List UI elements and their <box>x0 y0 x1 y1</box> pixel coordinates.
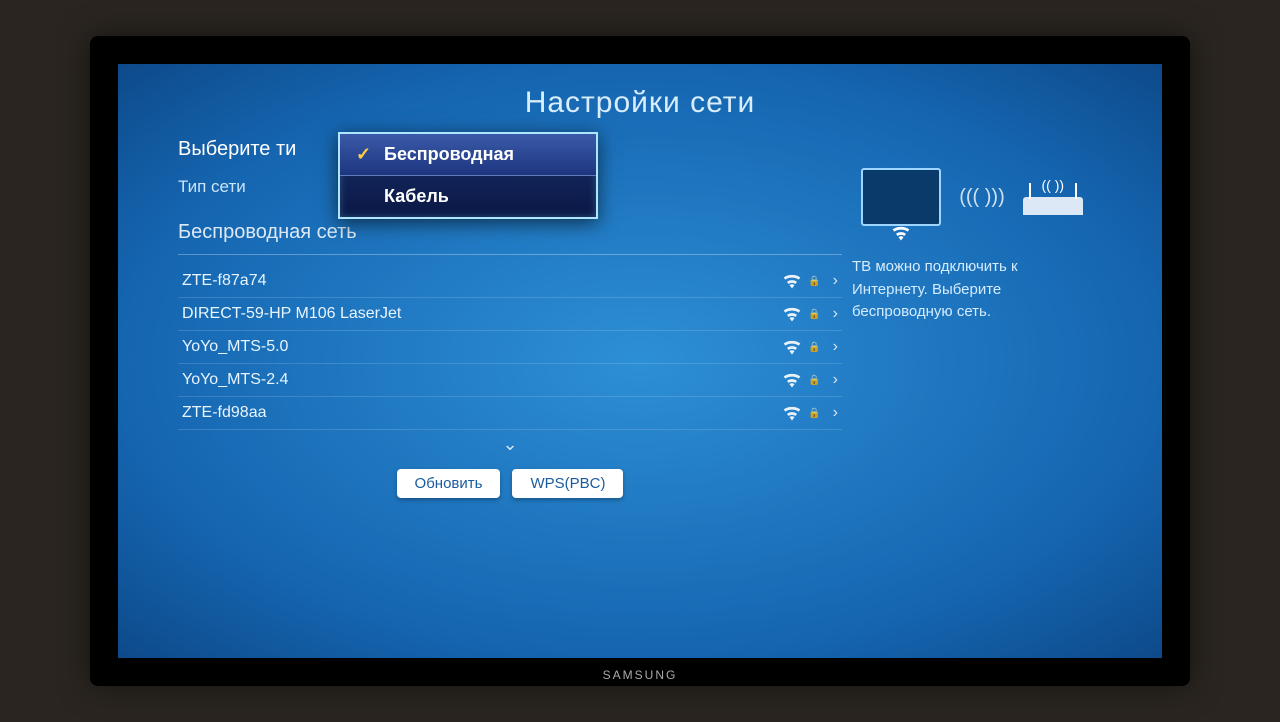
network-item[interactable]: ZTE-fd98aa 🔒 › <box>178 397 842 430</box>
network-name: DIRECT-59-HP M106 LaserJet <box>182 305 782 323</box>
right-column: ((( ))) (( )) ТВ можно подключить к Инте… <box>842 138 1102 498</box>
dropdown-option-wireless[interactable]: ✓ Беспроводная <box>340 134 596 176</box>
tv-frame: Настройки сети Выберите ти Тип сети ✓ Бе… <box>90 36 1190 686</box>
wifi-icon <box>782 339 802 355</box>
option-label: Кабель <box>384 186 449 207</box>
wifi-icon <box>782 306 802 322</box>
network-type-dropdown[interactable]: ✓ Беспроводная Кабель <box>338 132 598 219</box>
connection-diagram: ((( ))) (( )) <box>842 168 1102 226</box>
network-name: ZTE-fd98aa <box>182 404 782 422</box>
lock-icon: 🔒 <box>808 408 820 419</box>
wifi-icon <box>782 405 802 421</box>
bottom-buttons: Обновить WPS(PBC) <box>178 469 842 498</box>
lock-icon: 🔒 <box>808 276 820 287</box>
network-name: ZTE-f87a74 <box>182 272 782 290</box>
chevron-right-icon: › <box>833 272 838 290</box>
wifi-icon <box>782 273 802 289</box>
scroll-down-indicator[interactable]: ⌄ <box>178 430 842 459</box>
check-icon: ✓ <box>356 144 374 165</box>
wifi-icon <box>782 372 802 388</box>
network-name: YoYo_MTS-2.4 <box>182 371 782 389</box>
refresh-button[interactable]: Обновить <box>397 469 501 498</box>
tv-brand-label: SAMSUNG <box>603 668 678 682</box>
chevron-right-icon: › <box>833 338 838 356</box>
network-item[interactable]: ZTE-f87a74 🔒 › <box>178 265 842 298</box>
divider <box>178 254 842 255</box>
dropdown-option-cable[interactable]: Кабель <box>340 176 596 217</box>
network-item[interactable]: YoYo_MTS-5.0 🔒 › <box>178 331 842 364</box>
lock-icon: 🔒 <box>808 309 820 320</box>
chevron-right-icon: › <box>833 404 838 422</box>
left-column: Выберите ти Тип сети ✓ Беспроводная Кабе… <box>178 138 842 498</box>
help-text: ТВ можно подключить к Интернету. Выберит… <box>842 256 1102 324</box>
lock-icon: 🔒 <box>808 342 820 353</box>
wps-button[interactable]: WPS(PBC) <box>512 469 623 498</box>
chevron-right-icon: › <box>833 305 838 323</box>
lock-icon: 🔒 <box>808 375 820 386</box>
router-waves-icon: (( )) <box>1041 177 1064 193</box>
chevron-right-icon: › <box>833 371 838 389</box>
wifi-signal-icon <box>891 225 911 246</box>
tv-diagram-icon <box>861 168 941 226</box>
network-list: ZTE-f87a74 🔒 › DIRECT-59-HP M106 LaserJe… <box>178 265 842 430</box>
network-name: YoYo_MTS-5.0 <box>182 338 782 356</box>
wireless-waves-icon: ((( ))) <box>959 186 1005 209</box>
page-title: Настройки сети <box>118 64 1162 120</box>
content-area: Выберите ти Тип сети ✓ Беспроводная Кабе… <box>118 120 1162 498</box>
option-label: Беспроводная <box>384 144 514 165</box>
wireless-section-header: Беспроводная сеть <box>178 221 842 244</box>
screen: Настройки сети Выберите ти Тип сети ✓ Бе… <box>118 64 1162 658</box>
network-item[interactable]: DIRECT-59-HP M106 LaserJet 🔒 › <box>178 298 842 331</box>
network-item[interactable]: YoYo_MTS-2.4 🔒 › <box>178 364 842 397</box>
router-diagram-icon: (( )) <box>1023 179 1083 215</box>
